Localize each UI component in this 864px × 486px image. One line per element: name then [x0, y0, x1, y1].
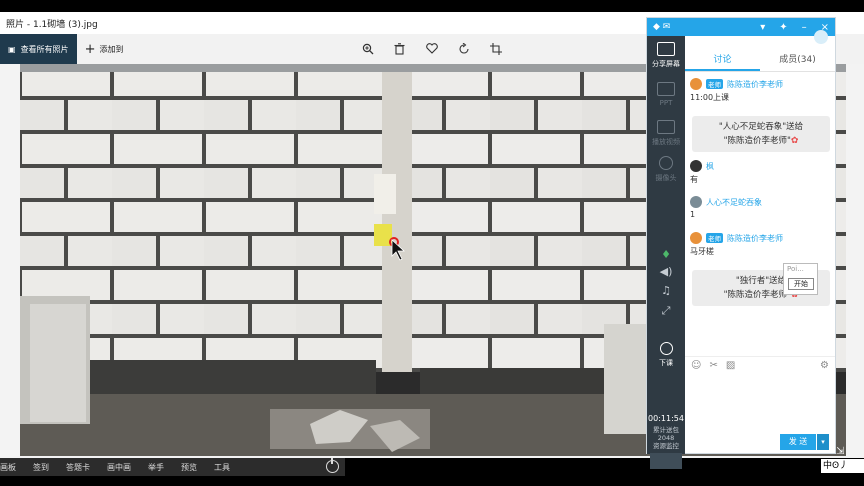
stats-block: 累计送包 2048 资源监控 — [647, 426, 685, 450]
share-screen-label: 分享屏幕 — [652, 60, 680, 68]
panel-header: ◆ ✉ ▾ ✦ – × — [647, 18, 835, 36]
music-icon[interactable]: ♫ — [659, 284, 673, 297]
microphone-icon[interactable]: ♦ — [659, 248, 673, 261]
flower-icon: ✿ — [790, 136, 799, 146]
scissors-icon[interactable]: ✂ — [709, 360, 717, 371]
gift-notice: "人心不足蛇吞象"送给 "陈陈造价李老师"✿ — [692, 116, 830, 152]
fullscreen-icon[interactable]: ⤢ — [659, 304, 673, 317]
play-media-label: 播放视频 — [652, 138, 680, 146]
camera-icon — [659, 156, 673, 170]
avatar[interactable] — [690, 196, 702, 208]
view-all-label: 查看所有照片 — [20, 44, 69, 54]
delete-icon[interactable] — [392, 41, 407, 56]
ppt-icon — [657, 82, 675, 96]
play-media-icon — [657, 120, 675, 134]
teacher-badge: 老师 — [706, 79, 723, 89]
avatar[interactable] — [690, 78, 702, 90]
minimize-icon[interactable]: – — [802, 22, 807, 33]
toolbar-whiteboard[interactable]: 画板 — [0, 462, 16, 473]
photo-tools — [360, 41, 503, 56]
end-class-label: 下课 — [659, 359, 673, 367]
resource-label: 资源监控 — [653, 442, 679, 450]
camera-button[interactable]: 摄像头 — [647, 156, 685, 183]
tab-discussion[interactable]: 讨论 — [685, 36, 760, 71]
rotate-icon[interactable] — [456, 41, 471, 56]
chat-message: 老师 陈陈造价李老师 11:00上课 — [690, 78, 830, 103]
teacher-badge: 老师 — [706, 233, 723, 243]
view-all-photos-button[interactable]: ▣ 查看所有照片 — [0, 34, 77, 64]
end-class-button[interactable]: 下课 — [647, 342, 685, 368]
username[interactable]: 陈陈造价李老师 — [727, 233, 783, 244]
start-button[interactable]: 开始 — [788, 278, 814, 290]
crop-icon[interactable] — [488, 41, 503, 56]
corner-arrow-icon: ⇲ — [836, 446, 845, 457]
popup-title: Poi... — [787, 265, 804, 273]
username[interactable]: 陈陈造价李老师 — [727, 79, 783, 90]
share-screen-button[interactable]: 分享屏幕 — [647, 42, 685, 69]
tooltip-popup: Poi... 开始 — [783, 263, 818, 295]
panel-app-icons: ◆ ✉ — [653, 22, 671, 32]
toolbar-answer-card[interactable]: 答题卡 — [66, 462, 90, 473]
image-icon[interactable]: ▨ — [726, 360, 735, 371]
toolbar-tools[interactable]: 工具 — [214, 462, 230, 473]
chat-message: 枫 有 — [690, 160, 830, 185]
send-control: 发 送 ▾ — [780, 434, 829, 450]
class-toolbar: 画板 签到 答题卡 画中画 举手 预览 工具 — [0, 458, 345, 476]
gift-recipient: "陈陈造价李老师" — [723, 136, 791, 146]
camera-label: 摄像头 — [655, 174, 677, 182]
message-text: 1 — [690, 210, 696, 219]
gear-icon[interactable]: ⚙ — [820, 360, 829, 371]
send-options-icon[interactable]: ▾ — [817, 434, 829, 450]
ppt-button[interactable]: PPT — [647, 82, 685, 107]
toolbar-signin[interactable]: 签到 — [33, 462, 49, 473]
window-title: 照片 - 1.1砌墙 (3).jpg — [6, 19, 98, 30]
play-media-button[interactable]: 播放视频 — [647, 120, 685, 147]
message-text: 11:00上课 — [690, 93, 730, 102]
ime-indicator[interactable]: 中ʘ丿 — [821, 459, 864, 473]
favorite-icon[interactable] — [424, 41, 439, 56]
message-text: 有 — [690, 175, 698, 184]
panel-tabs: 讨论 成员(34) — [685, 36, 835, 72]
screen: 照片 - 1.1砌墙 (3).jpg ▣ 查看所有照片 + 添加到 画板 签到 … — [0, 0, 864, 486]
gallery-icon: ▣ — [8, 44, 16, 54]
chat-message: 人心不足蛇吞象 1 — [690, 196, 830, 219]
gift-line: "人心不足蛇吞象"送给 — [718, 122, 804, 132]
chat-input-toolbar: ☺ ✂ ▨ ⚙ — [685, 356, 835, 374]
toolbar-raise-hand[interactable]: 举手 — [148, 462, 164, 473]
username[interactable]: 枫 — [706, 161, 714, 172]
toolbar-pip[interactable]: 画中画 — [107, 462, 131, 473]
stat-value: 2048 — [657, 434, 675, 442]
speaker-icon[interactable]: ◀) — [659, 265, 673, 278]
username[interactable]: 人心不足蛇吞象 — [706, 197, 762, 208]
share-screen-icon — [657, 42, 675, 56]
panel-sidebar: 分享屏幕 PPT 播放视频 摄像头 ♦ ◀) ♫ ⤢ 下课 00:11:54 累… — [647, 36, 685, 469]
zoom-icon[interactable] — [360, 41, 375, 56]
chat-list: 老师 陈陈造价李老师 11:00上课 "人心不足蛇吞象"送给 "陈陈造价李老师"… — [685, 74, 835, 354]
end-class-icon — [659, 342, 673, 355]
avatar[interactable] — [690, 160, 702, 172]
power-icon[interactable] — [326, 458, 339, 473]
chat-message: 老师 陈陈造价李老师 马牙槎 — [690, 232, 830, 257]
pin-icon[interactable]: ✦ — [779, 22, 787, 33]
toolbar-preview[interactable]: 预览 — [181, 462, 197, 473]
dropdown-icon[interactable]: ▾ — [760, 22, 765, 33]
message-text: 马牙槎 — [690, 247, 714, 256]
avatar[interactable] — [814, 30, 828, 44]
ppt-label: PPT — [659, 99, 673, 107]
resource-meter — [650, 453, 682, 469]
add-to-button[interactable]: + 添加到 — [85, 42, 124, 57]
add-to-label: 添加到 — [99, 44, 124, 54]
class-panel: ◆ ✉ ▾ ✦ – × 分享屏幕 PPT 播放视频 摄像头 ♦ ◀) ♫ ⤢ 下… — [646, 17, 836, 469]
emoji-icon[interactable]: ☺ — [691, 360, 701, 371]
gift-recipient: "陈陈造价李老师" — [723, 290, 791, 300]
stat-label: 累计送包 — [653, 426, 679, 434]
plus-icon: + — [84, 41, 96, 57]
send-button[interactable]: 发 送 — [780, 434, 816, 450]
avatar[interactable] — [690, 232, 702, 244]
class-timer: 00:11:54 — [648, 414, 684, 423]
